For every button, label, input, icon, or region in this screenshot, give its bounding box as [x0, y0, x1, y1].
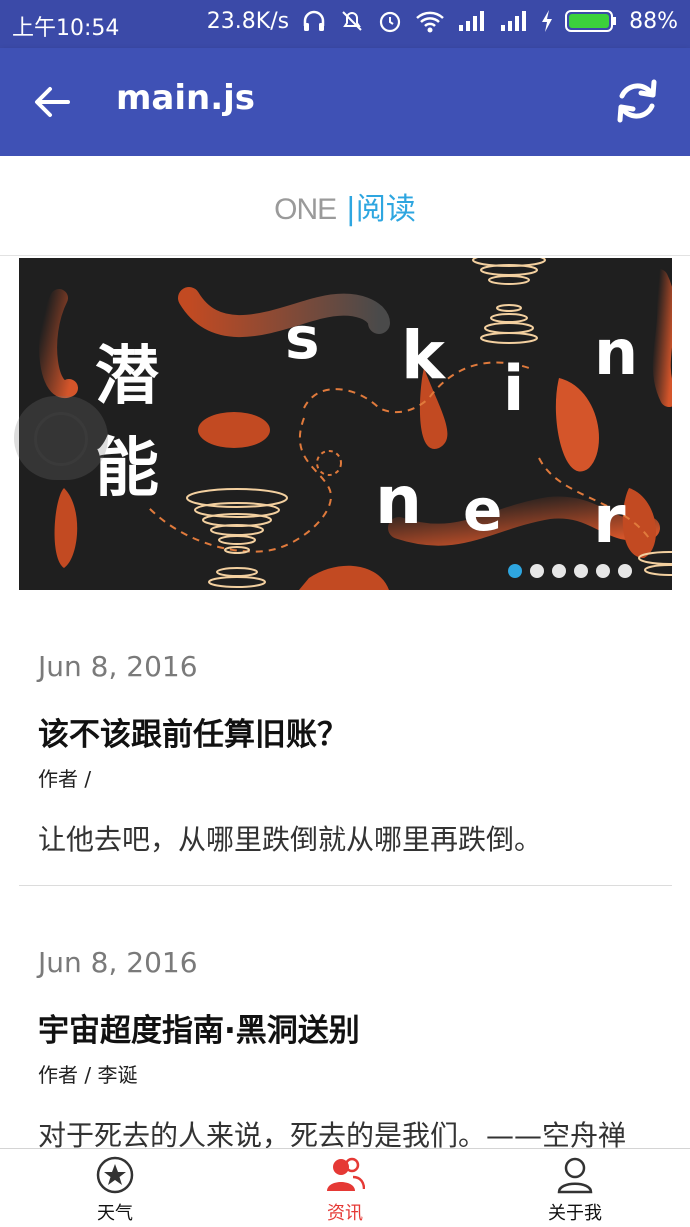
logo-one-text: ONE: [274, 193, 337, 226]
banner-letter-i: i: [503, 352, 524, 425]
signal-icon-2: [501, 11, 527, 31]
carousel-dot[interactable]: [508, 564, 522, 578]
nav-label: 关于我: [548, 1203, 602, 1224]
nav-label: 天气: [97, 1203, 133, 1224]
headphones-icon: [303, 10, 325, 31]
network-speed: 23.8K/s: [206, 8, 290, 34]
article-author: 作者 / 李诞: [38, 1063, 138, 1087]
article-date: Jun 8, 2016: [38, 650, 198, 683]
article-author: 作者 /: [38, 767, 92, 791]
article-title[interactable]: 宇宙超度指南·黑洞送别: [38, 1005, 360, 1050]
status-bar: 上午10:54 23.8K/s 88%: [0, 0, 690, 48]
people-icon: [327, 1157, 365, 1191]
person-icon: [557, 1157, 593, 1194]
signal-icon: [459, 11, 485, 31]
nav-item-about[interactable]: 关于我: [515, 1155, 635, 1225]
alarm-icon: [379, 11, 401, 33]
app-bar: main.js: [0, 48, 690, 156]
banner-letter-n2: n: [375, 462, 422, 539]
article-date: Jun 8, 2016: [38, 946, 198, 979]
refresh-icon[interactable]: [612, 76, 662, 126]
banner-letter-s: s: [285, 304, 320, 372]
logo-read-text: 阅读: [355, 192, 416, 227]
star-circle-icon: [96, 1156, 134, 1194]
mute-icon: [342, 11, 362, 31]
nav-label: 资讯: [327, 1203, 363, 1224]
carousel-dot[interactable]: [618, 564, 632, 578]
banner-letter-e: e: [463, 476, 502, 544]
carousel-dot[interactable]: [574, 564, 588, 578]
carousel-dot[interactable]: [530, 564, 544, 578]
banner-image: 潜 能 s k i n n e r: [39, 258, 672, 590]
banner-carousel[interactable]: 潜 能 s k i n n e r: [19, 258, 672, 590]
charging-icon: [542, 10, 553, 32]
banner-letter-k: k: [401, 317, 447, 394]
logo-separator: |: [345, 192, 356, 227]
section-header: ONE |阅读: [0, 156, 690, 256]
battery-icon: [565, 10, 617, 32]
nav-item-news[interactable]: 资讯: [285, 1155, 405, 1225]
status-icons: 23.8K/s 88%: [207, 8, 678, 34]
battery-percent: 88%: [629, 8, 678, 34]
banner-letter-r: r: [593, 481, 626, 558]
page-title: main.js: [116, 78, 256, 118]
article-title[interactable]: 该不该跟前任算旧账？: [38, 709, 348, 754]
back-arrow-icon[interactable]: [30, 80, 74, 124]
carousel-dot[interactable]: [596, 564, 610, 578]
article-summary: 让他去吧，从哪里跌倒就从哪里再跌倒。: [38, 823, 543, 856]
status-time: 上午10:54: [12, 16, 120, 41]
banner-letter-n: n: [594, 316, 638, 389]
wifi-icon: [416, 11, 444, 33]
carousel-indicator: [508, 564, 632, 578]
floating-assist-button[interactable]: [14, 396, 108, 480]
bottom-navigation: 天气 资讯 关于我: [0, 1148, 690, 1227]
nav-item-weather[interactable]: 天气: [55, 1155, 175, 1225]
one-logo: ONE |阅读: [0, 184, 690, 228]
article-divider: [19, 885, 672, 886]
carousel-dot[interactable]: [552, 564, 566, 578]
banner-text-qian: 潜: [95, 340, 159, 414]
